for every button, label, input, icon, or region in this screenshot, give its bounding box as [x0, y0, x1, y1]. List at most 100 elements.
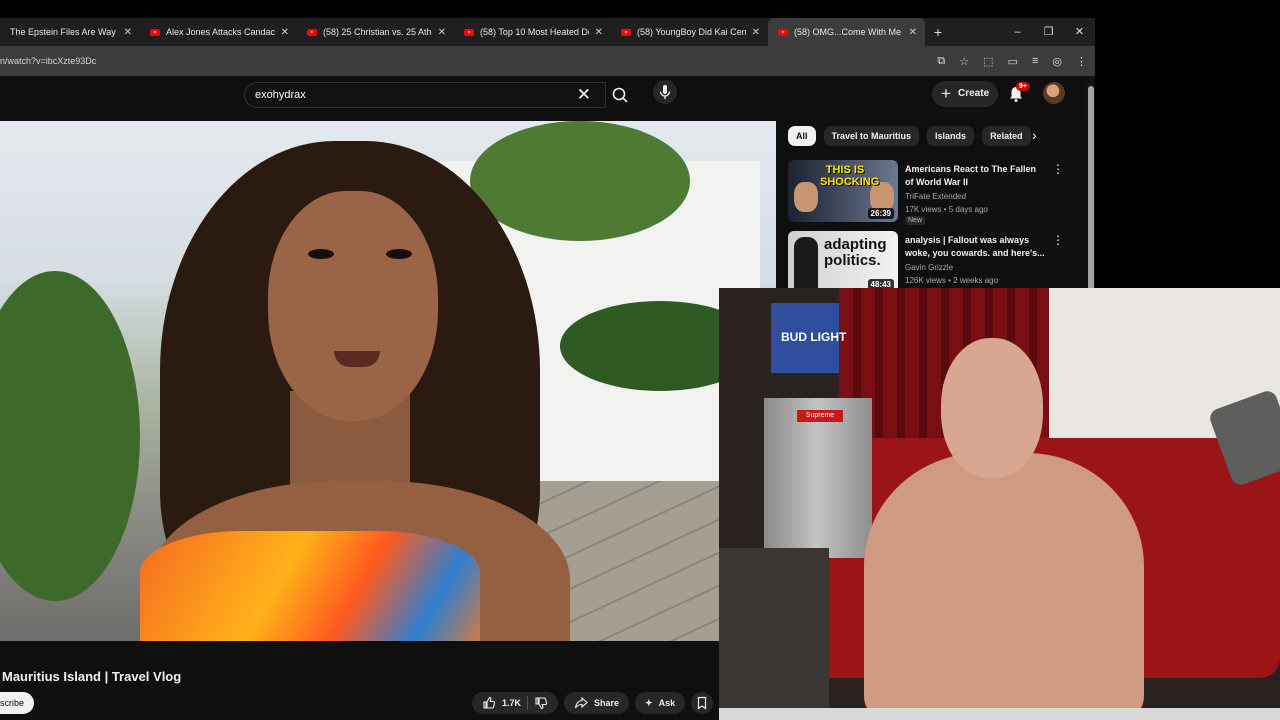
video-duration: 26:39 — [867, 208, 894, 219]
cast-icon[interactable]: ▭ — [1008, 55, 1018, 68]
ask-button[interactable]: ✦ Ask — [635, 692, 686, 714]
youtube-favicon-icon — [464, 28, 474, 36]
chip-islands[interactable]: Islands — [927, 126, 975, 146]
chevron-right-icon[interactable]: › — [1032, 127, 1037, 143]
browser-tab[interactable]: (58) Top 10 Most Heated Debat ✕ — [454, 18, 611, 46]
channel-name[interactable]: TriFate Extended — [905, 192, 966, 201]
search-box[interactable]: exohydrax ✕ — [244, 82, 606, 108]
share-label: Share — [594, 698, 620, 708]
tab-strip: The Epstein Files Are Way Wors ✕ Alex Jo… — [0, 18, 1095, 46]
share-icon — [574, 696, 588, 709]
share-button[interactable]: Share — [564, 692, 630, 714]
youtube-header: exohydrax ✕ + Create 9+ — [0, 76, 1095, 120]
new-tab-icon[interactable]: + — [925, 24, 951, 40]
sparkle-icon: ✦ — [645, 698, 653, 708]
recommendation-title[interactable]: Americans React to The Fallen of World W… — [905, 163, 1045, 189]
youtube-favicon-icon — [307, 28, 317, 36]
chip-related[interactable]: Related — [982, 126, 1031, 146]
chip-travel-to-mauritius[interactable]: Travel to Mauritius — [823, 126, 920, 146]
close-tab-icon[interactable]: ✕ — [124, 27, 132, 38]
restore-icon[interactable]: ❐ — [1033, 18, 1064, 46]
browser-tab-active[interactable]: (58) OMG...Come With Me to M ✕ — [768, 18, 925, 46]
youtube-favicon-icon — [778, 28, 788, 36]
recommendation-item[interactable]: THIS IS SHOCKING 26:39 Americans React t… — [788, 160, 1088, 228]
save-button[interactable] — [691, 692, 714, 714]
bookmark-icon — [697, 696, 707, 710]
thumbnail-face — [794, 182, 818, 212]
close-tab-icon[interactable]: ✕ — [909, 27, 917, 38]
url-field[interactable]: n/watch?v=ibcXzte93Dc — [0, 56, 96, 66]
channel-name[interactable]: Gavin Grizzle — [905, 263, 953, 272]
video-subject-eye — [386, 249, 412, 259]
tab-title: Alex Jones Attacks Candace Ow — [166, 27, 275, 37]
video-subject-eye — [308, 249, 334, 259]
thumbnail-caption: THIS IS SHOCKING — [820, 164, 880, 188]
webcam-overlay: BUD LIGHT Supreme — [719, 288, 1280, 720]
filter-chips: All Travel to Mauritius Islands Related — [788, 126, 1031, 146]
tab-title: The Epstein Files Are Way Wors — [10, 27, 118, 37]
close-tab-icon[interactable]: ✕ — [438, 27, 446, 38]
media-controls-icon[interactable]: ≡ — [1032, 55, 1038, 67]
account-avatar[interactable] — [1043, 82, 1065, 104]
voice-search-button[interactable] — [653, 80, 677, 104]
window-controls: – ❐ ✕ — [1002, 18, 1095, 46]
video-subject-face — [268, 191, 438, 421]
recommendation-title[interactable]: analysis | Fallout was always woke, you … — [905, 234, 1045, 260]
menu-dots-icon[interactable]: ⋮ — [1076, 55, 1087, 68]
bookmark-star-icon[interactable]: ☆ — [959, 55, 969, 68]
thumbs-up-icon — [483, 696, 496, 709]
like-dislike-group: 1.7K — [472, 692, 559, 714]
more-options-icon[interactable]: ⋮ — [1052, 233, 1064, 247]
create-label: Create — [958, 88, 990, 99]
create-button[interactable]: + Create — [932, 81, 998, 107]
ask-label: Ask — [658, 698, 676, 708]
minimize-icon[interactable]: – — [1002, 18, 1033, 46]
thumbnail-figure — [794, 237, 818, 293]
webcam-person-body — [864, 453, 1144, 720]
video-meta: 126K views • 2 weeks ago — [905, 276, 999, 285]
tab-title: (58) OMG...Come With Me to M — [794, 27, 903, 37]
chip-all[interactable]: All — [788, 126, 816, 146]
webcam-person-head — [941, 338, 1043, 478]
more-options-icon[interactable]: ⋮ — [1052, 162, 1064, 176]
recommendations-sidebar: All Travel to Mauritius Islands Related … — [778, 121, 1088, 293]
tab-title: (58) YoungBoy Did Kai Cenat D — [637, 27, 746, 37]
video-actions: 1.7K Share ✦ Ask — [472, 692, 714, 714]
clear-search-icon[interactable]: ✕ — [577, 85, 591, 105]
tab-title: (58) Top 10 Most Heated Debat — [480, 27, 589, 37]
browser-tab[interactable]: The Epstein Files Are Way Wors ✕ — [0, 18, 140, 46]
video-foliage — [0, 271, 140, 601]
subscribe-button[interactable]: scribe — [0, 692, 34, 714]
video-player[interactable] — [0, 121, 776, 641]
search-button[interactable] — [606, 82, 634, 108]
browser-tab[interactable]: (58) 25 Christian vs. 25 Atheist ✕ — [297, 18, 454, 46]
toolbar-icons: ⧉ ☆ ⬚ ▭ ≡ ◎ ⋮ — [937, 46, 1087, 76]
thumbs-down-icon[interactable] — [534, 696, 548, 710]
scrollbar-thumb[interactable] — [1088, 86, 1094, 306]
browser-tab[interactable]: Alex Jones Attacks Candace Ow ✕ — [140, 18, 297, 46]
search-icon — [612, 87, 628, 103]
close-tab-icon[interactable]: ✕ — [752, 27, 760, 38]
browser-tab[interactable]: (58) YoungBoy Did Kai Cenat D ✕ — [611, 18, 768, 46]
install-app-icon[interactable]: ⧉ — [937, 55, 945, 68]
close-tab-icon[interactable]: ✕ — [595, 27, 603, 38]
divider — [527, 696, 529, 710]
video-thumbnail[interactable]: adapting politics. 48:43 — [788, 231, 898, 293]
notification-count-badge: 9+ — [1016, 82, 1030, 91]
address-bar: n/watch?v=ibcXzte93Dc ⧉ ☆ ⬚ ▭ ≡ ◎ ⋮ — [0, 46, 1095, 76]
thumbnail-caption: adapting politics. — [824, 236, 887, 269]
like-button[interactable]: 1.7K — [482, 692, 521, 714]
video-thumbnail[interactable]: THIS IS SHOCKING 26:39 — [788, 160, 898, 222]
webcam-bottom-edge — [719, 708, 1280, 720]
search-input[interactable]: exohydrax — [255, 89, 306, 101]
video-foliage — [470, 121, 690, 241]
profile-icon[interactable]: ◎ — [1052, 55, 1062, 68]
tab-title: (58) 25 Christian vs. 25 Atheist — [323, 27, 432, 37]
like-count: 1.7K — [502, 698, 522, 708]
new-badge: New — [905, 216, 926, 225]
close-tab-icon[interactable]: ✕ — [281, 27, 289, 38]
microphone-icon — [659, 85, 671, 99]
extensions-icon[interactable]: ⬚ — [983, 55, 993, 68]
close-window-icon[interactable]: ✕ — [1064, 18, 1095, 46]
webcam-mini-fridge — [764, 398, 872, 558]
